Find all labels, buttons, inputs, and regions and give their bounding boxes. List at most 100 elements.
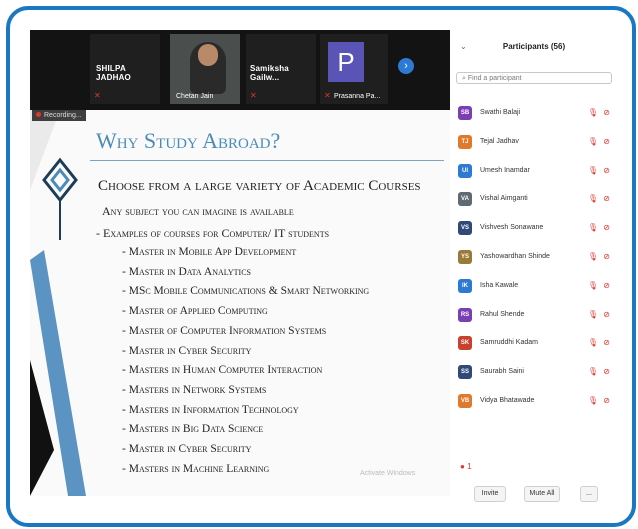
course-list-item: - Master of Applied Computing: [122, 305, 268, 318]
participant-row[interactable]: YS Yashowardhan Shinde 🎙 ⊘: [458, 248, 612, 268]
bullet-dash: -: [122, 403, 129, 416]
mic-muted-icon[interactable]: 🎙: [588, 310, 598, 319]
course-list-item: - Masters in Big Data Science: [122, 423, 264, 436]
participant-row[interactable]: SK Samruddhi Kadam 🎙 ⊘: [458, 334, 612, 354]
course-list-item: - Masters in Network Systems: [122, 383, 267, 396]
activate-windows-watermark: Activate Windows: [360, 470, 416, 477]
avatar: SB: [458, 106, 472, 120]
slide-heading: Choose from a large variety of Academic …: [98, 178, 421, 194]
participant-name: Vidya Bhatawade: [480, 397, 535, 404]
mic-muted-icon[interactable]: 🎙: [588, 166, 598, 175]
video-off-icon[interactable]: ⊘: [603, 223, 610, 232]
participant-name: Rahul Shende: [480, 310, 525, 318]
mic-muted-icon: ✕: [250, 91, 257, 100]
course-list-item: - Master in Cyber Security: [122, 344, 252, 357]
bullet-dash: -: [122, 383, 129, 396]
mic-muted-icon[interactable]: 🎙: [588, 194, 598, 203]
participant-name: Tejal Jadhav: [480, 137, 519, 145]
participant-name: Umesh Inamdar: [480, 166, 530, 174]
search-input[interactable]: ⌕ Find a participant: [456, 72, 612, 84]
participant-name: Vishal Aimganti: [480, 195, 528, 203]
participants-panel: ⌄ Participants (56) ⌕ Find a participant…: [452, 30, 616, 512]
mic-muted-icon: ✕: [324, 91, 331, 100]
bullet-dash: -: [122, 344, 129, 357]
participant-name: Samruddhi Kadam: [480, 339, 538, 347]
video-off-icon[interactable]: ⊘: [603, 137, 610, 146]
avatar: SS: [458, 365, 472, 380]
video-head: [198, 44, 218, 66]
more-button[interactable]: ...: [580, 486, 598, 502]
tile-name: Samiksha Gailw...: [250, 64, 289, 82]
tile-name: Chetan Jain: [176, 93, 214, 100]
video-off-icon[interactable]: ⊘: [603, 252, 610, 261]
video-off-icon[interactable]: ⊘: [603, 108, 610, 117]
avatar: SK: [458, 336, 472, 351]
mic-muted-icon[interactable]: 🎙: [588, 108, 598, 117]
mute-all-button[interactable]: Mute All: [524, 486, 560, 502]
unread-badge: ● 1: [460, 462, 472, 471]
participant-row[interactable]: VS Vishvesh Sonawane 🎙 ⊘: [458, 219, 612, 239]
participant-tile-prasanna[interactable]: P ✕ Prasanna Pa...: [320, 34, 388, 104]
bullet-dash: -: [122, 423, 129, 436]
bullet-dash: -: [122, 324, 129, 337]
chevron-right-icon[interactable]: ›: [398, 58, 414, 74]
participant-name: Swathi Balaji: [480, 109, 521, 116]
participant-row[interactable]: RS Rahul Shende 🎙 ⊘: [458, 306, 612, 326]
mic-muted-icon[interactable]: 🎙: [588, 223, 598, 232]
invite-button[interactable]: Invite: [474, 486, 506, 502]
course-list-item: - Masters in Human Computer Interaction: [122, 364, 323, 377]
badge-count: 1: [467, 462, 472, 471]
bullet-dash: -: [122, 285, 129, 298]
video-off-icon[interactable]: ⊘: [603, 338, 610, 347]
tile-name: Prasanna Pa...: [334, 93, 381, 100]
participant-tile-samiksha[interactable]: Samiksha Gailw... ✕: [246, 34, 316, 104]
avatar: YS: [458, 250, 472, 264]
avatar: VA: [458, 192, 472, 207]
bullet-dash: -: [122, 443, 129, 455]
course-list-item: - Masters in Machine Learning: [122, 462, 270, 475]
mic-muted-icon[interactable]: 🎙: [588, 367, 598, 376]
participant-row[interactable]: TJ Tejal Jadhav 🎙 ⊘: [458, 133, 612, 153]
meeting-screen: SHILPA JADHAO ✕ Chetan Jain Samiksha Gai…: [30, 30, 450, 496]
mic-muted-icon[interactable]: 🎙: [588, 137, 598, 146]
video-off-icon[interactable]: ⊘: [603, 194, 610, 203]
participant-name: Saurabh Saini: [480, 368, 524, 376]
video-off-icon[interactable]: ⊘: [603, 396, 610, 405]
mic-muted-icon[interactable]: 🎙: [588, 338, 598, 347]
participant-tile-chetan[interactable]: Chetan Jain: [170, 34, 240, 104]
participant-row[interactable]: VB Vidya Bhatawade 🎙 ⊘: [458, 392, 612, 412]
recording-indicator: Recording...: [32, 110, 86, 121]
recording-dot-icon: [36, 112, 41, 117]
mic-muted-icon[interactable]: 🎙: [588, 252, 598, 261]
bullet-dash: -: [122, 462, 129, 475]
recording-label: Recording...: [44, 112, 82, 119]
avatar: P: [328, 42, 364, 82]
participant-row[interactable]: SS Saurabh Saini 🎙 ⊘: [458, 363, 612, 383]
participant-row[interactable]: UI Umesh Inamdar 🎙 ⊘: [458, 162, 612, 182]
participant-row[interactable]: SB Swathi Balaji 🎙 ⊘: [458, 104, 612, 124]
video-off-icon[interactable]: ⊘: [603, 310, 610, 319]
avatar: IK: [458, 278, 472, 293]
video-off-icon[interactable]: ⊘: [603, 367, 610, 376]
participant-tile-shilpa[interactable]: SHILPA JADHAO ✕: [90, 34, 160, 104]
course-list-item: - Master in Mobile App Development: [122, 246, 297, 258]
participant-row[interactable]: IK Isha Kawale 🎙 ⊘: [458, 277, 612, 297]
mic-muted-icon: ✕: [94, 91, 101, 100]
bullet-dash: -: [122, 265, 129, 278]
avatar: RS: [458, 307, 472, 322]
title-rule: [90, 160, 444, 161]
mic-muted-icon[interactable]: 🎙: [588, 281, 598, 290]
course-list-item: - Master in Cyber Security: [122, 443, 252, 455]
video-off-icon[interactable]: ⊘: [603, 281, 610, 290]
video-off-icon[interactable]: ⊘: [603, 166, 610, 175]
mic-muted-icon[interactable]: 🎙: [588, 396, 598, 405]
bullet-dash: -: [122, 364, 129, 377]
course-list-item: - Masters in Information Technology: [122, 403, 299, 416]
participant-name: Vishvesh Sonawane: [480, 224, 544, 232]
slide-title: Why Study Abroad?: [96, 128, 281, 153]
search-placeholder: Find a participant: [467, 75, 522, 82]
bullet-dash: -: [122, 246, 129, 258]
participant-row[interactable]: VA Vishal Aimganti 🎙 ⊘: [458, 190, 612, 210]
avatar: VB: [458, 394, 472, 408]
avatar: VS: [458, 221, 472, 236]
